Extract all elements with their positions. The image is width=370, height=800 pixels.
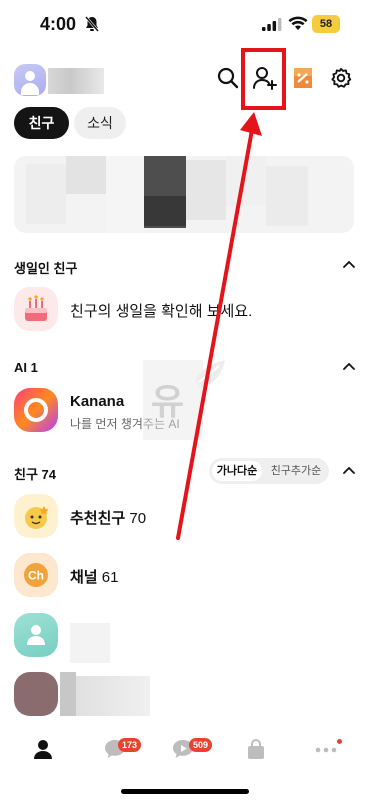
home-indicator xyxy=(121,789,249,794)
friend-row[interactable] xyxy=(14,613,356,663)
svg-text:유: 유 xyxy=(151,382,184,423)
signal-icon xyxy=(262,18,282,31)
my-profile-name-redacted[interactable] xyxy=(48,68,104,94)
watermark-logo: 유 xyxy=(143,360,225,440)
friend-photo-avatar-redacted xyxy=(14,672,58,716)
settings-icon[interactable] xyxy=(330,66,352,90)
recommended-friends-label: 추천친구 70 xyxy=(70,510,147,527)
gift-icon[interactable] xyxy=(292,66,314,90)
channel-icon: Ch xyxy=(14,553,58,597)
friend-name-redacted xyxy=(70,623,110,663)
more-icon[interactable] xyxy=(314,746,338,754)
sort-alphabetical[interactable]: 가나다순 xyxy=(212,461,262,481)
sort-recently-added[interactable]: 친구추가순 xyxy=(267,461,325,481)
recommended-friends-row[interactable]: 추천친구 70 xyxy=(14,494,356,538)
my-profile-avatar[interactable] xyxy=(14,64,46,96)
chat-badge: 173 xyxy=(118,738,142,752)
birthday-row[interactable]: 친구의 생일을 확인해 보세요. xyxy=(14,287,356,331)
chevron-up-icon[interactable] xyxy=(342,464,356,478)
wifi-icon xyxy=(288,16,308,30)
tab-news[interactable]: 소식 xyxy=(74,107,126,139)
friend-name-redacted xyxy=(76,676,150,716)
annotation-highlight-box xyxy=(241,48,286,110)
bottom-navigation: 173 509 xyxy=(0,724,370,778)
birthday-cake-icon xyxy=(14,287,58,331)
friend-default-avatar xyxy=(14,613,58,657)
battery-indicator: 58 xyxy=(312,15,340,33)
search-icon[interactable] xyxy=(216,66,240,90)
section-birthday-title: 생일인 친구 xyxy=(14,261,78,276)
section-friends-title: 친구 74 xyxy=(14,467,56,482)
ai-name: Kanana xyxy=(70,393,125,410)
chevron-up-icon[interactable] xyxy=(342,258,356,272)
section-ai-title: AI 1 xyxy=(14,360,38,375)
recommend-emoji-icon xyxy=(14,494,58,538)
openchat-badge: 509 xyxy=(189,738,213,752)
status-time: 4:00 xyxy=(40,14,77,34)
ad-banner-redacted[interactable] xyxy=(14,156,354,233)
kanana-logo-icon xyxy=(14,388,58,432)
top-header xyxy=(0,62,370,98)
birthday-row-text: 친구의 생일을 확인해 보세요. xyxy=(70,303,253,320)
shopping-icon[interactable] xyxy=(246,738,266,760)
channel-label: 채널 61 xyxy=(70,569,119,586)
tab-friends[interactable]: 친구 xyxy=(14,107,69,139)
bell-off-icon xyxy=(85,16,99,32)
more-notification-dot xyxy=(337,739,342,744)
chevron-up-icon[interactable] xyxy=(342,360,356,374)
friends-icon[interactable] xyxy=(32,738,54,760)
friends-sort-toggle: 가나다순 친구추가순 xyxy=(209,458,329,484)
status-bar: 4:00 58 xyxy=(0,0,370,50)
friend-photo-edge-redacted xyxy=(60,672,76,716)
section-birthday-header[interactable]: 생일인 친구 xyxy=(14,258,356,278)
svg-text:Ch: Ch xyxy=(28,569,44,583)
friend-row[interactable] xyxy=(14,672,356,716)
channel-row[interactable]: Ch 채널 61 xyxy=(14,553,356,597)
